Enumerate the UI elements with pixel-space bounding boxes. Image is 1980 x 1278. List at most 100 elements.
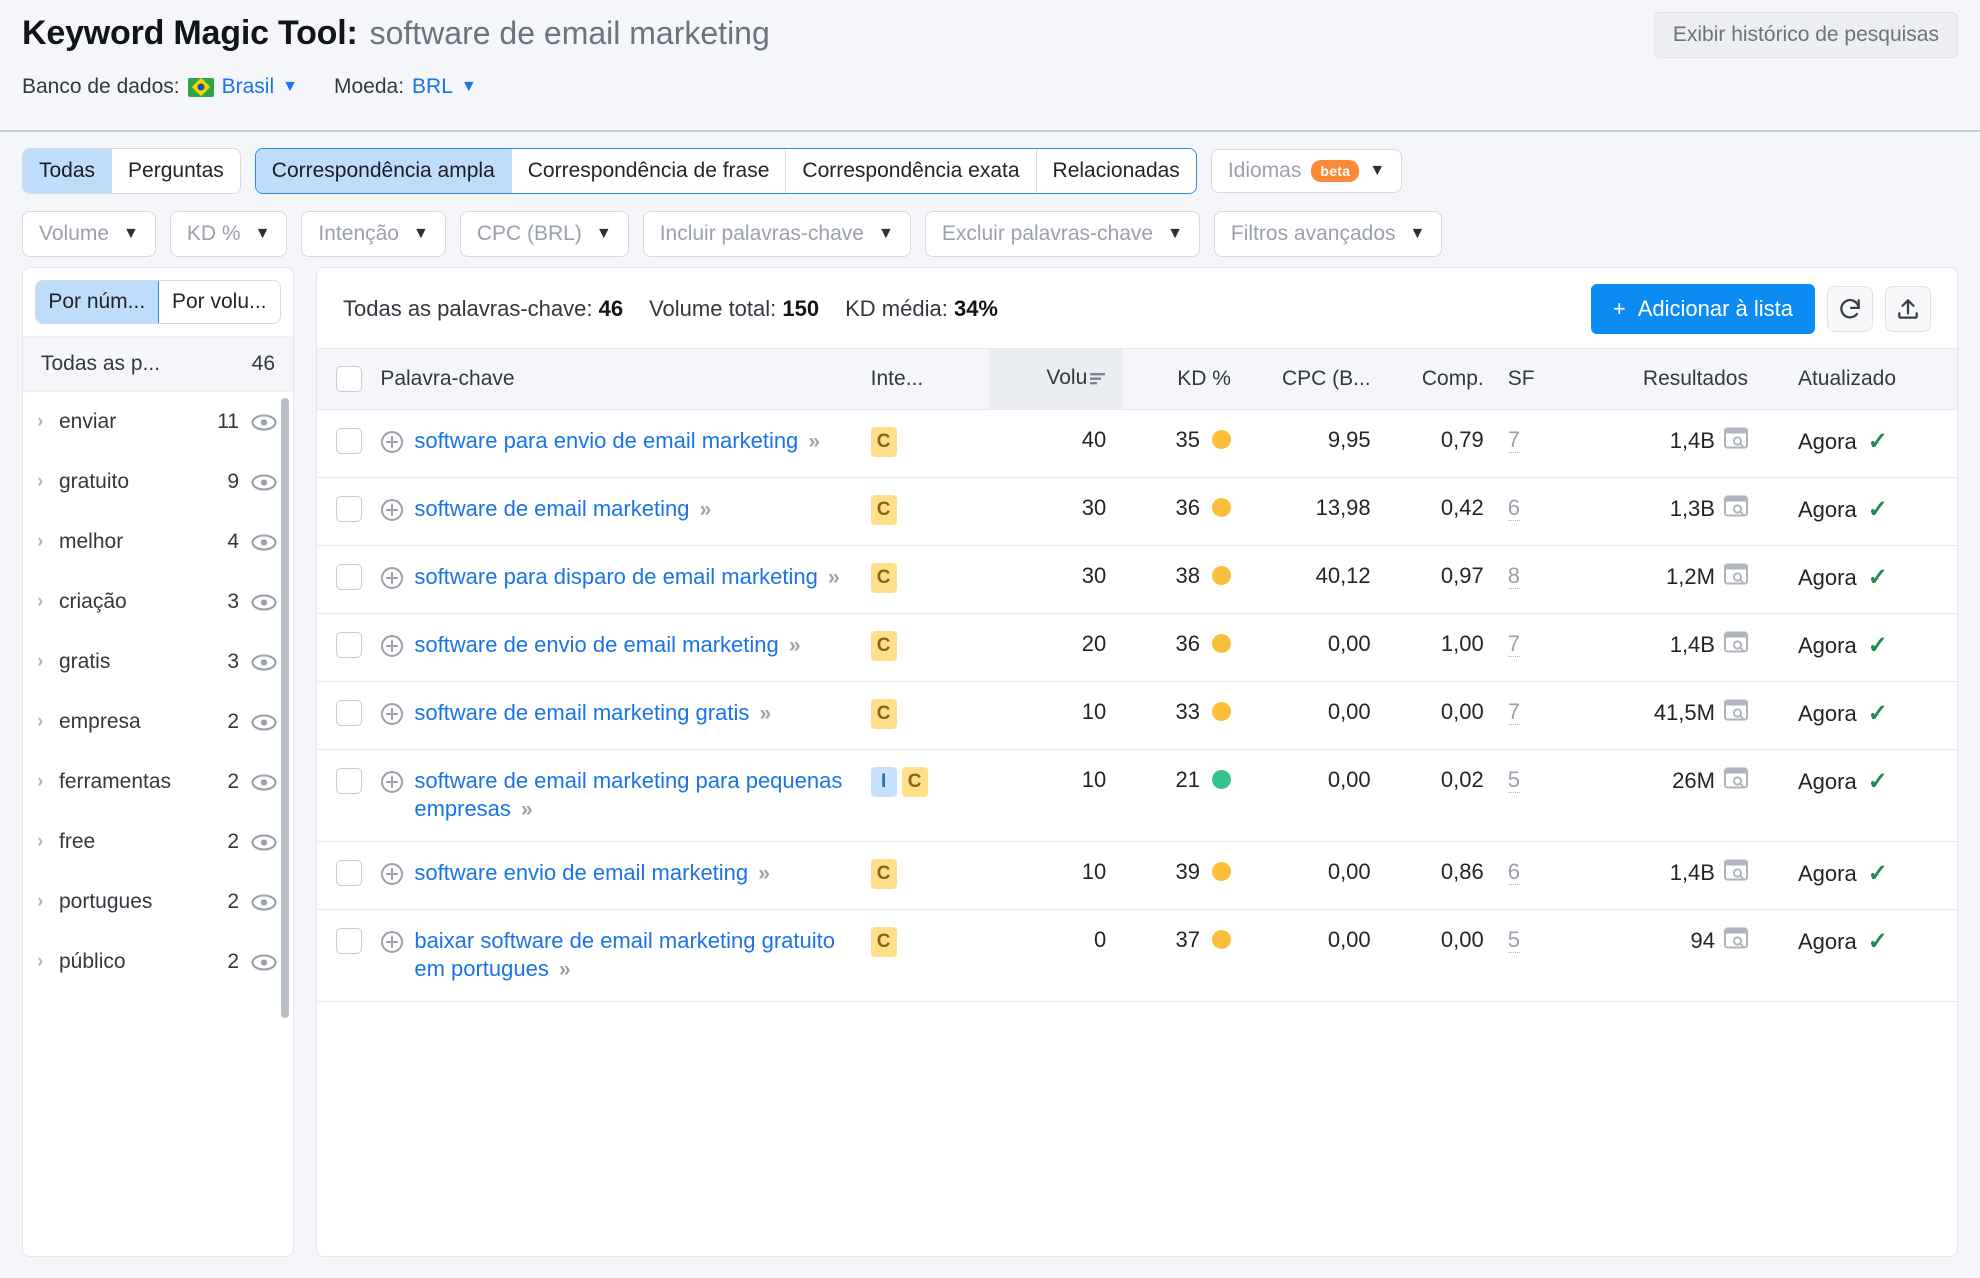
expand-keyword-icon[interactable]: » [555,958,571,981]
eye-icon[interactable] [251,474,277,491]
add-keyword-icon[interactable] [380,862,404,892]
column-keyword[interactable]: Palavra-chave [380,348,867,410]
row-checkbox[interactable] [335,700,362,727]
eye-icon[interactable] [251,534,277,551]
table-row[interactable]: software de email marketing gratis » C 10 3… [317,681,1957,750]
row-checkbox[interactable] [335,632,362,659]
serp-icon[interactable] [1723,767,1748,795]
filter-volume[interactable]: Volume ▼ [22,211,156,257]
sidebar-item-enviar[interactable]: › enviar 11 [23,392,293,452]
export-button[interactable] [1885,286,1931,332]
refresh-button[interactable] [1827,286,1873,332]
intent-badge-c[interactable]: C [901,767,928,797]
table-row[interactable]: software para disparo de email marketing… [317,545,1957,614]
select-all-checkbox[interactable] [335,366,362,392]
intent-badge-c[interactable]: C [870,563,897,593]
column-kd[interactable]: KD % [1122,348,1249,410]
tab-correspondencia-de-frase[interactable]: Correspondência de frase [511,149,787,193]
sidebar-item-cria-o[interactable]: › criação 3 [23,572,293,632]
table-row[interactable]: software de envio de email marketing » C 2… [317,613,1957,682]
eye-icon[interactable] [251,594,277,611]
sidebar-item-gratuito[interactable]: › gratuito 9 [23,452,293,512]
filter-excluir-palavras-chave[interactable]: Excluir palavras-chave ▼ [924,211,1200,257]
serp-icon[interactable] [1723,927,1748,955]
tab-perguntas[interactable]: Perguntas [112,149,240,193]
column-volume[interactable]: Volu [988,348,1123,410]
filter-avancados[interactable]: Filtros avançados ▼ [1213,211,1443,257]
eye-icon[interactable] [251,774,277,791]
serp-icon[interactable] [1723,631,1748,659]
intent-badge-c[interactable]: C [870,427,897,457]
serp-icon[interactable] [1723,495,1748,523]
table-row[interactable]: baixar software de email marketing gratu… [317,909,1957,1003]
keyword-link[interactable]: software envio de email marketing » [414,859,770,888]
add-keyword-icon[interactable] [380,702,404,732]
serp-icon[interactable] [1723,563,1748,591]
serp-icon[interactable] [1723,859,1748,887]
add-keyword-icon[interactable] [380,930,404,960]
sidebar-item-ferramentas[interactable]: › ferramentas 2 [23,752,293,812]
sidebar-scrollbar[interactable] [281,398,289,1018]
sidebar-item-empresa[interactable]: › empresa 2 [23,692,293,752]
intent-badge-c[interactable]: C [870,495,897,525]
column-cpc[interactable]: CPC (B... [1248,348,1385,410]
column-intent[interactable]: Inte... [866,348,989,410]
column-competition[interactable]: Comp. [1384,348,1498,410]
sidebar-item-portugues[interactable]: › portugues 2 [23,872,293,932]
row-checkbox[interactable] [335,428,362,455]
keyword-link[interactable]: software para envio de email marketing » [414,427,820,456]
sf-link[interactable]: 7 [1507,699,1520,725]
add-keyword-icon[interactable] [380,770,404,800]
sidebar-tab-por-numero[interactable]: Por núm... [36,281,159,323]
expand-keyword-icon[interactable]: » [824,566,840,589]
sidebar-item-melhor[interactable]: › melhor 4 [23,512,293,572]
filter-kd[interactable]: KD % ▼ [169,211,288,257]
keyword-link[interactable]: software de email marketing para pequena… [414,767,866,824]
sidebar-item-p-blico[interactable]: › público 2 [23,932,293,992]
serp-icon[interactable] [1723,699,1748,727]
intent-badge-c[interactable]: C [870,631,897,661]
eye-icon[interactable] [251,654,277,671]
column-results[interactable]: Resultados [1583,348,1776,410]
sf-link[interactable]: 7 [1507,427,1520,453]
table-row[interactable]: software de email marketing » C 30 36 13,98 0… [317,477,1957,546]
intent-badge-i[interactable]: I [870,767,897,797]
row-checkbox[interactable] [335,860,362,887]
database-selector[interactable]: Banco de dados: Brasil ▼ [22,75,298,99]
expand-keyword-icon[interactable]: » [755,702,771,725]
intent-badge-c[interactable]: C [870,927,897,958]
keyword-link[interactable]: software para disparo de email marketing… [414,563,840,592]
sidebar-tab-por-volume[interactable]: Por volu... [158,281,280,323]
sf-link[interactable]: 7 [1507,631,1520,657]
sf-link[interactable]: 5 [1507,927,1520,954]
expand-keyword-icon[interactable]: » [754,862,770,885]
row-checkbox[interactable] [335,928,362,955]
keyword-link[interactable]: baixar software de email marketing gratu… [414,927,866,984]
row-checkbox[interactable] [335,768,362,795]
table-row[interactable]: software envio de email marketing » C 10 39… [317,841,1957,911]
row-checkbox[interactable] [335,496,362,523]
sf-link[interactable]: 6 [1507,859,1520,886]
row-checkbox[interactable] [335,564,362,591]
sf-link[interactable]: 8 [1507,563,1520,589]
tab-correspondencia-exata[interactable]: Correspondência exata [786,149,1037,193]
table-row[interactable]: software de email marketing para pequena… [317,749,1957,843]
keyword-link[interactable]: software de email marketing » [414,495,712,524]
eye-icon[interactable] [251,834,277,851]
add-to-list-button[interactable]: + Adicionar à lista [1590,284,1815,334]
expand-keyword-icon[interactable]: » [804,430,820,453]
add-keyword-icon[interactable] [380,430,404,460]
table-row[interactable]: software para envio de email marketing »… [317,409,1957,478]
expand-keyword-icon[interactable]: » [517,798,533,821]
add-keyword-icon[interactable] [380,634,404,664]
add-keyword-icon[interactable] [380,566,404,596]
tab-relacionadas[interactable]: Relacionadas [1036,149,1196,193]
expand-keyword-icon[interactable]: » [696,498,712,521]
filter-intencao[interactable]: Intenção ▼ [301,211,446,257]
sf-link[interactable]: 6 [1507,495,1520,521]
search-history-button[interactable]: Exibir histórico de pesquisas [1653,12,1958,58]
languages-dropdown[interactable]: Idiomas beta ▼ [1210,149,1403,193]
column-sf[interactable]: SF [1497,348,1584,410]
keyword-link[interactable]: software de email marketing gratis » [414,699,771,728]
eye-icon[interactable] [251,714,277,731]
